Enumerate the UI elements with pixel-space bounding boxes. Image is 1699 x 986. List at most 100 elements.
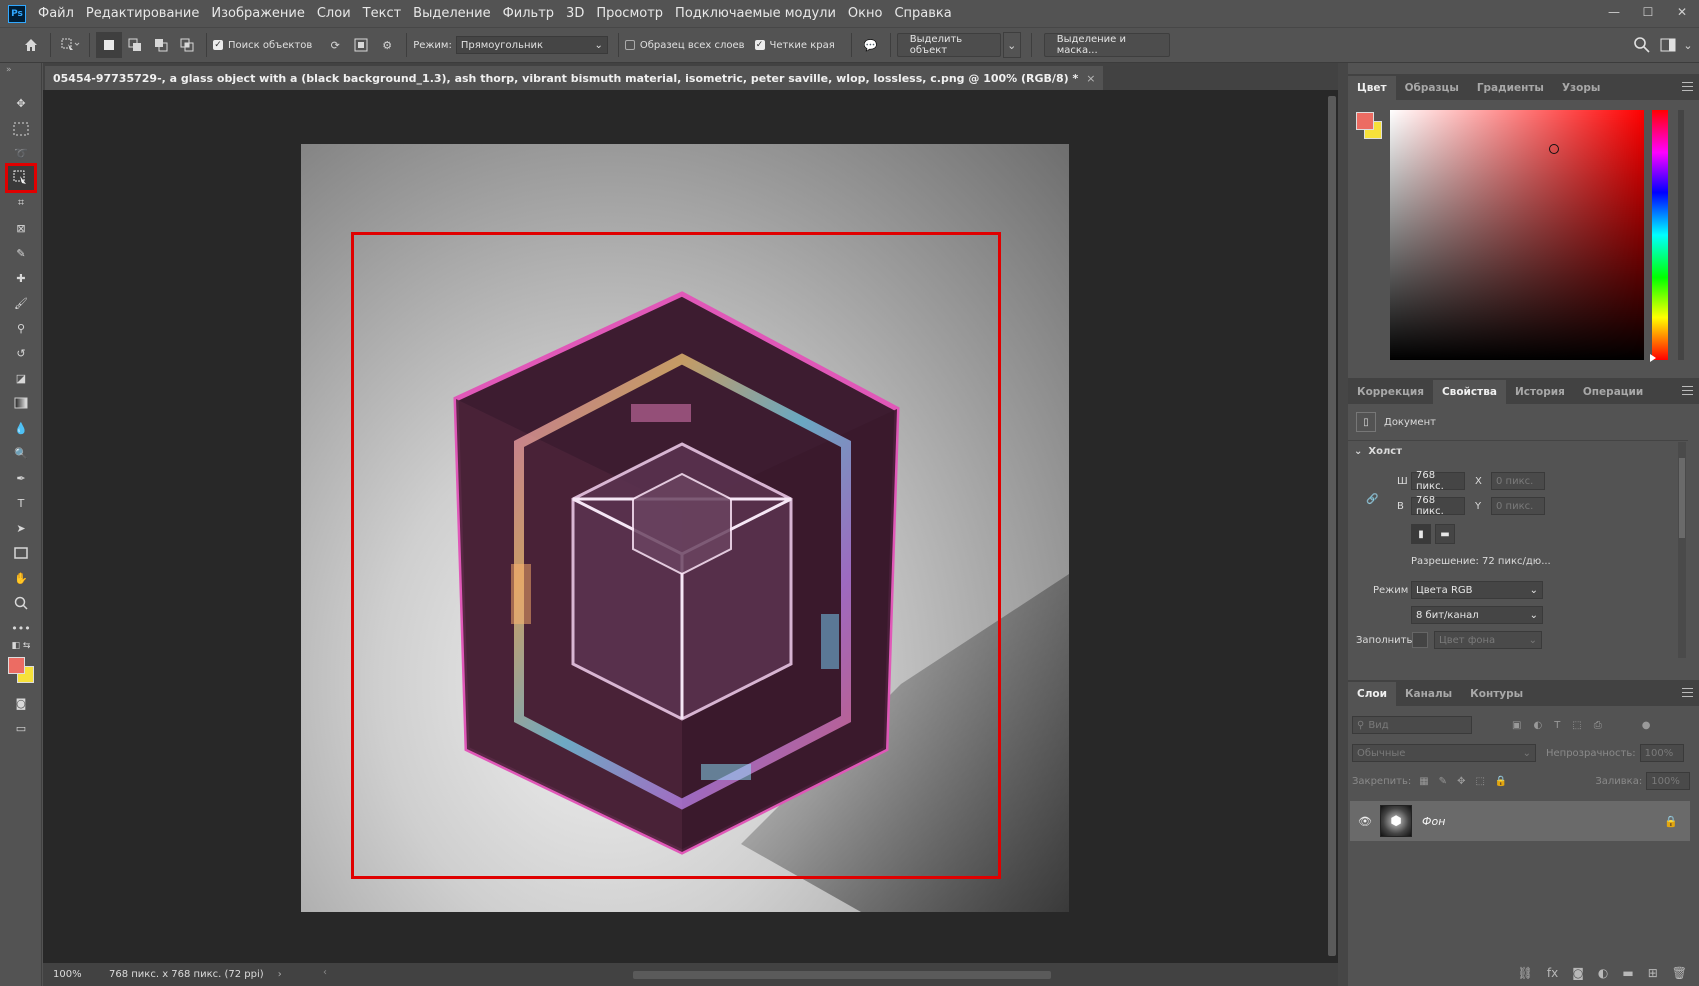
search-icon[interactable] — [1629, 32, 1655, 58]
clone-stamp-icon[interactable]: ⚲ — [8, 316, 34, 340]
eye-icon[interactable]: 👁 — [1358, 815, 1374, 828]
home-icon[interactable] — [18, 32, 44, 58]
tab-gradients[interactable]: Градиенты — [1468, 76, 1553, 100]
close-icon[interactable]: ✕ — [1665, 0, 1699, 24]
menu-filter[interactable]: Фильтр — [497, 0, 560, 27]
color-mode-dropdown[interactable]: Цвета RGB ⌄ — [1411, 581, 1543, 599]
rectangle-tool-icon[interactable] — [8, 541, 34, 565]
layer-row[interactable]: 👁 ⬢ Фон 🔒 — [1350, 801, 1690, 841]
horizontal-scrollbar[interactable]: ‹ › — [323, 967, 1353, 981]
type-tool-icon[interactable]: T — [8, 491, 34, 515]
menu-image[interactable]: Изображение — [205, 0, 310, 27]
chevron-down-icon[interactable]: ⌄ — [1681, 32, 1695, 58]
menu-select[interactable]: Выделение — [407, 0, 496, 27]
menu-layers[interactable]: Слои — [311, 0, 357, 27]
foreground-color-swatch[interactable] — [8, 657, 25, 674]
more-tools-icon[interactable]: ••• — [8, 616, 34, 640]
sharp-edges-option[interactable]: ✓ Четкие края — [754, 27, 845, 63]
overlay-options-icon[interactable] — [348, 32, 374, 58]
fill-input[interactable]: 100% — [1646, 772, 1691, 790]
object-selection-tool-icon[interactable] — [5, 163, 37, 193]
filter-shape-icon[interactable]: ⬚ — [1572, 720, 1581, 731]
eraser-tool-icon[interactable]: ◪ — [8, 366, 34, 390]
filter-adjustment-icon[interactable]: ◐ — [1533, 720, 1542, 731]
new-selection-icon[interactable] — [96, 32, 122, 58]
adjustment-layer-icon[interactable]: ◐ — [1598, 966, 1608, 980]
pen-tool-icon[interactable]: ✒ — [8, 466, 34, 490]
dodge-tool-icon[interactable]: 🔍 — [8, 441, 34, 465]
crop-tool-icon[interactable]: ⌗ — [8, 191, 34, 215]
new-layer-icon[interactable]: ⊞ — [1648, 966, 1658, 980]
select-object-button[interactable]: Выделить объект — [896, 33, 1001, 57]
tab-layers[interactable]: Слои — [1348, 682, 1396, 706]
layer-search-input[interactable]: ⚲ Вид — [1352, 716, 1472, 734]
trash-icon[interactable]: 🗑 — [1672, 966, 1687, 980]
find-objects-checkbox[interactable]: ✓ — [213, 40, 223, 50]
filter-toggle-icon[interactable]: ● — [1642, 720, 1651, 731]
brush-tool-icon[interactable]: 🖌 — [8, 291, 34, 315]
menu-edit[interactable]: Редактирование — [80, 0, 205, 27]
scrollbar-thumb[interactable] — [1328, 96, 1336, 956]
expand-icon[interactable]: » — [6, 65, 12, 75]
x-input[interactable]: 0 пикс. — [1491, 472, 1545, 490]
zoom-level[interactable]: 100% — [53, 969, 103, 980]
vertical-scrollbar[interactable] — [1326, 90, 1338, 963]
foreground-color-swatch[interactable] — [1356, 112, 1374, 130]
intersect-selection-icon[interactable] — [174, 32, 200, 58]
select-object-dropdown-icon[interactable]: ⌄ — [1002, 32, 1021, 58]
canvas-section-header[interactable]: ⌄ Холст — [1354, 446, 1402, 457]
add-mask-icon[interactable]: ◙ — [1572, 966, 1584, 980]
quick-mask-icon[interactable]: ◙ — [8, 691, 34, 715]
document-tab[interactable]: 05454-97735729-, a glass object with a (… — [45, 66, 1104, 90]
portrait-icon[interactable]: ▮ — [1411, 524, 1431, 544]
filter-type-icon[interactable]: T — [1554, 720, 1560, 731]
subtract-from-selection-icon[interactable] — [148, 32, 174, 58]
new-group-icon[interactable]: ▬ — [1622, 966, 1633, 980]
mode-dropdown[interactable]: Прямоугольник ⌄ — [455, 36, 608, 54]
menu-plugins[interactable]: Подключаемые модули — [669, 0, 842, 27]
hand-tool-icon[interactable]: ✋ — [8, 566, 34, 590]
screen-mode-icon[interactable]: ▭ — [8, 716, 34, 740]
scrollbar-thumb[interactable] — [633, 971, 1051, 979]
lock-all-icon[interactable]: 🔒 — [1495, 776, 1507, 787]
healing-brush-icon[interactable]: ✚ — [8, 266, 34, 290]
bit-depth-dropdown[interactable]: 8 бит/канал ⌄ — [1411, 606, 1543, 624]
sample-all-layers-checkbox[interactable] — [624, 40, 635, 50]
tab-color[interactable]: Цвет — [1348, 76, 1396, 100]
height-input[interactable]: 768 пикс. — [1411, 495, 1465, 517]
blend-mode-dropdown[interactable]: Обычные ⌄ — [1352, 744, 1536, 762]
chevron-right-icon[interactable]: › — [278, 969, 282, 980]
tab-actions[interactable]: Операции — [1574, 380, 1652, 404]
link-layers-icon[interactable]: ⛓ — [1518, 966, 1533, 980]
width-input[interactable]: 768 пикс. — [1411, 470, 1465, 492]
scrollbar-thumb[interactable] — [1679, 458, 1685, 538]
sample-all-layers-option[interactable]: Образец всех слоев — [624, 27, 755, 63]
tab-properties[interactable]: Свойства — [1432, 380, 1506, 404]
link-dimensions-icon[interactable]: 🔗 — [1366, 494, 1378, 505]
tab-patterns[interactable]: Узоры — [1553, 76, 1609, 100]
zoom-tool-icon[interactable] — [8, 591, 34, 615]
layer-name[interactable]: Фон — [1422, 815, 1445, 828]
fx-icon[interactable]: fx — [1547, 966, 1558, 980]
frame-tool-icon[interactable]: ⊠ — [8, 216, 34, 240]
hue-slider[interactable] — [1652, 110, 1668, 360]
menu-file[interactable]: Файл — [32, 0, 80, 27]
fill-dropdown[interactable]: Цвет фона ⌄ — [1434, 631, 1542, 649]
tab-history[interactable]: История — [1506, 380, 1574, 404]
marquee-tool-icon[interactable] — [8, 117, 34, 141]
opacity-input[interactable]: 100% — [1639, 744, 1684, 762]
hue-slider-marker[interactable] — [1650, 354, 1656, 362]
lasso-tool-icon[interactable]: ➰ — [8, 141, 34, 165]
y-input[interactable]: 0 пикс. — [1491, 497, 1545, 515]
refresh-icon[interactable]: ⟳ — [322, 32, 348, 58]
blur-tool-icon[interactable]: 💧 — [8, 416, 34, 440]
landscape-icon[interactable]: ▬ — [1435, 524, 1455, 544]
tool-preset-icon[interactable] — [57, 32, 83, 58]
panel-scrollbar[interactable] — [1678, 442, 1686, 658]
menu-type[interactable]: Текст — [357, 0, 408, 27]
move-tool-icon[interactable]: ✥ — [8, 91, 34, 115]
lock-pixels-icon[interactable]: ✎ — [1439, 776, 1447, 787]
gradient-tool-icon[interactable] — [8, 391, 34, 415]
path-selection-icon[interactable]: ➤ — [8, 516, 34, 540]
tab-adjustments[interactable]: Коррекция — [1348, 380, 1433, 404]
